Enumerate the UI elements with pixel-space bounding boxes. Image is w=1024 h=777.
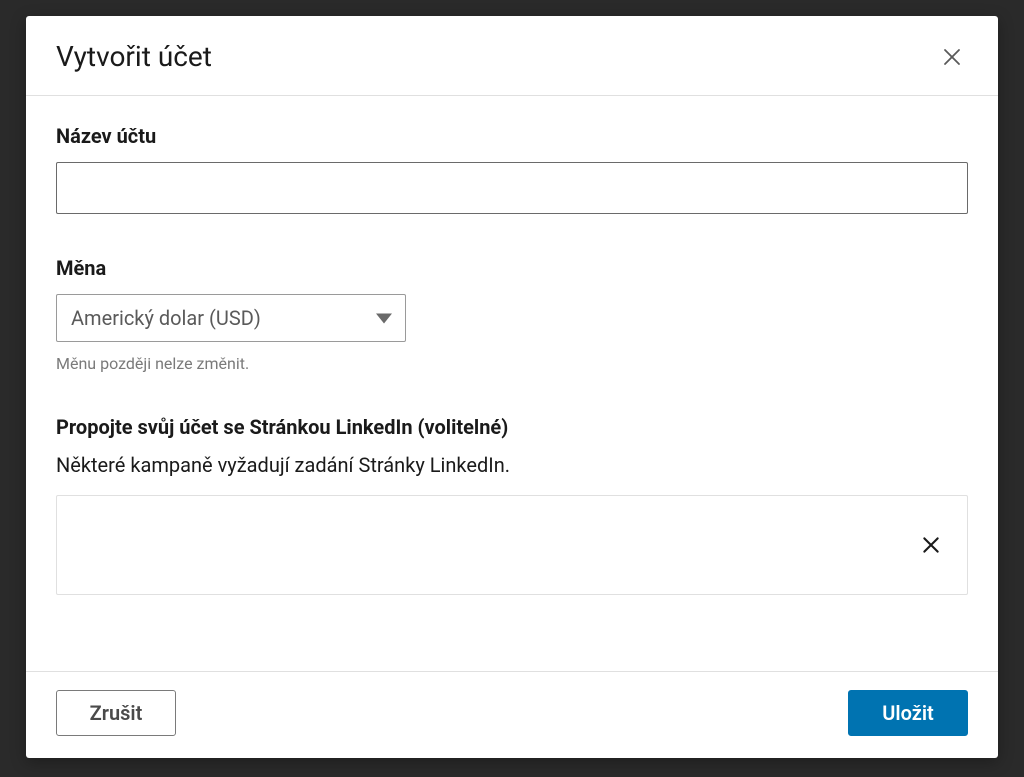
link-page-input[interactable] <box>56 495 968 595</box>
close-button[interactable] <box>936 41 968 73</box>
link-page-description: Některé kampaně vyžadují zadání Stránky … <box>56 453 968 477</box>
save-button[interactable]: Uložit <box>848 690 968 736</box>
modal-title: Vytvořit účet <box>56 40 212 73</box>
clear-link-page-button[interactable] <box>917 531 945 559</box>
currency-label: Měna <box>56 256 968 280</box>
cancel-button[interactable]: Zrušit <box>56 690 176 736</box>
account-name-group: Název účtu <box>56 124 968 214</box>
modal-body: Název účtu Měna Americký dolar (USD) Měn… <box>26 96 998 671</box>
close-icon <box>921 535 941 555</box>
currency-select[interactable]: Americký dolar (USD) <box>56 294 406 342</box>
modal-header: Vytvořit účet <box>26 16 998 96</box>
link-page-label: Propojte svůj účet se Stránkou LinkedIn … <box>56 415 968 439</box>
account-name-input[interactable] <box>56 162 968 214</box>
currency-group: Měna Americký dolar (USD) Měnu později n… <box>56 256 968 373</box>
create-account-modal: Vytvořit účet Název účtu Měna Americký d… <box>26 16 998 758</box>
modal-footer: Zrušit Uložit <box>26 671 998 758</box>
account-name-label: Název účtu <box>56 124 968 148</box>
currency-select-wrap: Americký dolar (USD) <box>56 294 406 342</box>
close-icon <box>940 45 964 69</box>
link-page-group: Propojte svůj účet se Stránkou LinkedIn … <box>56 415 968 595</box>
currency-helper-text: Měnu později nelze změnit. <box>56 354 968 373</box>
